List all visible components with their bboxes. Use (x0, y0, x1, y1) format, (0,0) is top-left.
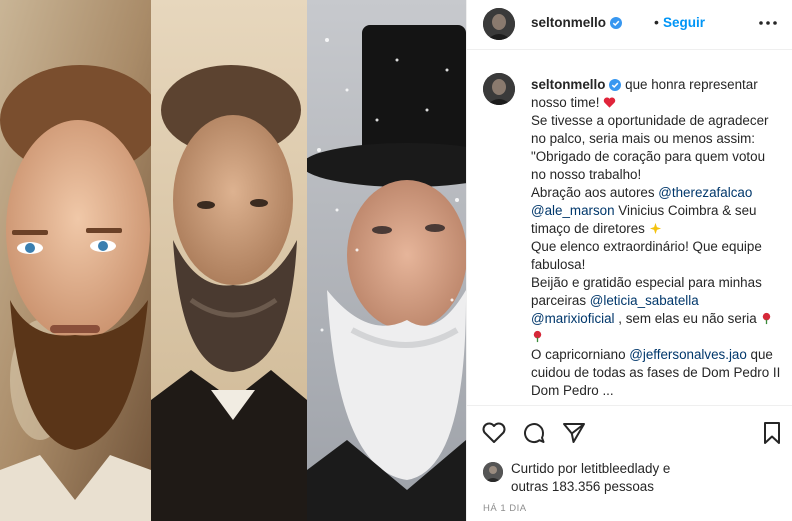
action-bar (467, 405, 792, 460)
portrait-panel-3 (307, 0, 466, 521)
caption-line: O capricorniano (531, 347, 630, 362)
share-icon[interactable] (561, 420, 587, 446)
mention-link[interactable]: @leticia_sabatella (590, 293, 699, 308)
bookmark-icon[interactable] (759, 420, 785, 446)
avatar[interactable] (483, 8, 515, 40)
separator-dot: • (654, 14, 659, 30)
caption-line: Abração aos autores (531, 185, 659, 200)
post-header: seltonmello • Seguir (467, 0, 792, 50)
caption-line: "Obrigado de coração para quem votou no … (531, 149, 766, 182)
portrait-panel-1 (0, 0, 151, 521)
mention-link[interactable]: @therezafalcao (658, 185, 752, 200)
likes-conjunction: e (659, 461, 671, 476)
verified-badge-icon (609, 79, 622, 91)
verified-badge-icon (610, 17, 623, 29)
caption-line: Que elenco extraordinário! Que equipe fa… (531, 239, 762, 272)
post-timestamp[interactable]: HÁ 1 DIA (483, 503, 527, 514)
rose-icon (763, 312, 771, 325)
caption-text: seltonmello que honra representar nosso … (531, 76, 783, 399)
mention-link[interactable]: @ale_marson (531, 203, 615, 218)
comment-icon[interactable] (521, 420, 547, 446)
likes-count[interactable]: outras 183.356 pessoas (511, 479, 654, 494)
post-image[interactable] (0, 0, 466, 521)
follow-button[interactable]: Seguir (663, 15, 705, 30)
caption-line: , sem elas eu não seria (614, 311, 757, 326)
more-options-icon[interactable] (757, 12, 779, 34)
caption-area: seltonmello que honra representar nosso … (467, 51, 792, 399)
caption-line: Se tivesse a oportunidade de agradecer n… (531, 113, 769, 146)
likes-prefix: Curtido por (511, 461, 581, 476)
liker-avatar[interactable] (483, 462, 503, 482)
portrait-panel-2 (151, 0, 307, 521)
mention-link[interactable]: @marixioficial (531, 311, 615, 326)
caption-line: Dom Pedro ... (531, 383, 614, 398)
red-heart-icon (604, 97, 616, 108)
liker-username[interactable]: letitbleedlady (581, 461, 659, 476)
mention-link[interactable]: @jeffersonalves.jao (629, 347, 747, 362)
rose-icon (533, 330, 542, 343)
heart-icon[interactable] (481, 420, 507, 446)
caption-username[interactable]: seltonmello (531, 77, 605, 92)
sparkles-icon (649, 222, 661, 235)
post-side-panel: seltonmello • Seguir seltonmello que hon… (466, 0, 792, 521)
header-username[interactable]: seltonmello (531, 15, 623, 30)
likes-text: Curtido por letitbleedlady e outras 183.… (511, 460, 781, 496)
caption-avatar[interactable] (483, 73, 515, 105)
